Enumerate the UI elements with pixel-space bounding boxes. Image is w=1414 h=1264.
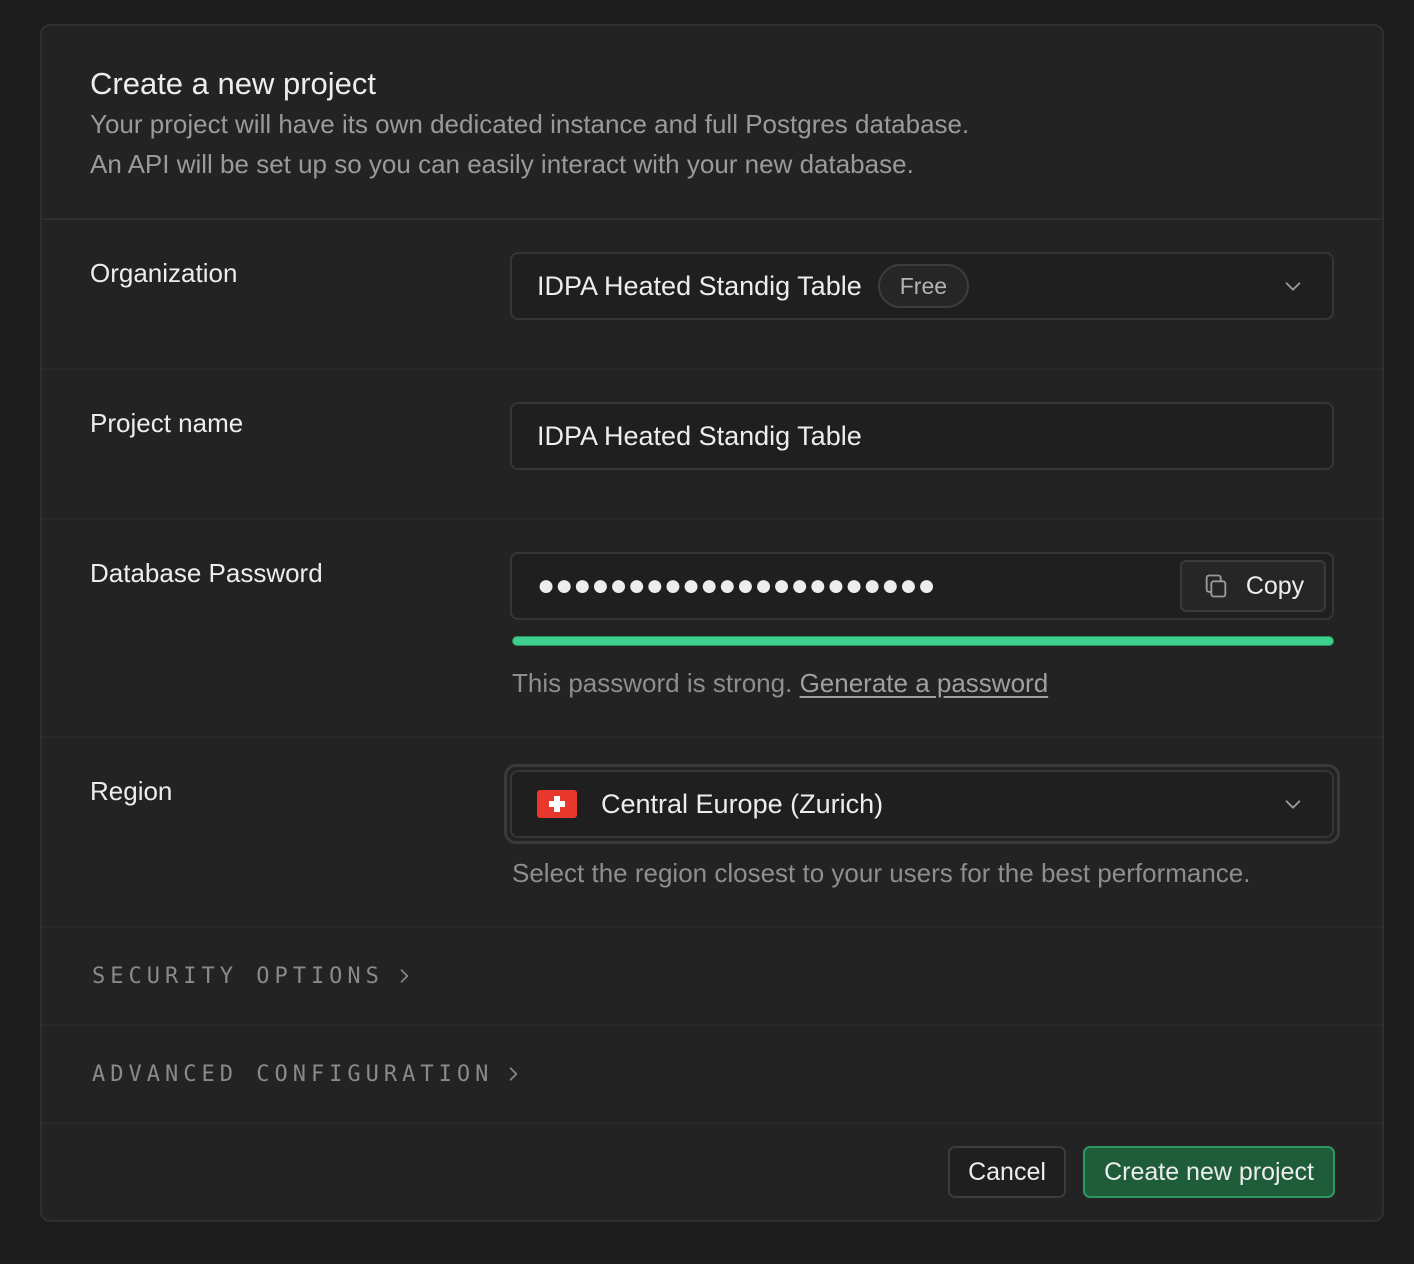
database-password-label: Database Password [90, 558, 323, 588]
advanced-configuration-label: ADVANCED CONFIGURATION [92, 1061, 494, 1087]
password-strength-text: This password is strong. [512, 668, 800, 698]
region-label: Region [90, 776, 173, 806]
database-password-input[interactable]: ●●●●●●●●●●●●●●●●●●●●●● Copy [510, 552, 1334, 620]
create-project-panel: Create a new project Your project will h… [40, 24, 1384, 1222]
security-options-toggle[interactable]: SECURITY OPTIONS [42, 928, 1382, 1026]
project-name-input[interactable]: IDPA Heated Standig Table [510, 402, 1334, 470]
password-strength-bar [512, 636, 1334, 646]
chevron-down-icon [1285, 800, 1301, 809]
page-description-line-1: Your project will have its own dedicated… [90, 109, 970, 139]
generate-password-link[interactable]: Generate a password [800, 668, 1049, 698]
create-new-project-button[interactable]: Create new project [1083, 1146, 1335, 1198]
switzerland-flag-icon [537, 790, 577, 818]
copy-label: Copy [1245, 571, 1305, 600]
chevron-right-icon [510, 1067, 518, 1081]
password-strength-fill [512, 636, 1334, 646]
panel-header: Create a new project Your project will h… [42, 26, 1382, 220]
copy-icon [1205, 574, 1227, 598]
organization-row: Organization IDPA Heated Standig Table F… [42, 220, 1382, 370]
security-options-label: SECURITY OPTIONS [92, 963, 384, 989]
project-name-row: Project name IDPA Heated Standig Table [42, 370, 1382, 520]
organization-selected-value: IDPA Heated Standig Table [537, 270, 862, 301]
organization-select[interactable]: IDPA Heated Standig Table Free [510, 252, 1334, 320]
copy-button[interactable]: Copy [1180, 560, 1326, 612]
project-name-label: Project name [90, 408, 244, 438]
page-description-line-2: An API will be set up so you can easily … [90, 149, 914, 179]
panel-footer: Cancel Create new project [42, 1124, 1382, 1220]
page-title: Create a new project [90, 66, 377, 101]
advanced-configuration-toggle[interactable]: ADVANCED CONFIGURATION [42, 1026, 1382, 1124]
database-password-row: Database Password ●●●●●●●●●●●●●●●●●●●●●●… [42, 520, 1382, 738]
region-selected-value: Central Europe (Zurich) [601, 788, 884, 819]
plan-badge: Free [877, 264, 970, 308]
region-row: Region Central Europe (Zurich) Select th… [42, 738, 1382, 928]
project-name-value: IDPA Heated Standig Table [537, 420, 862, 451]
chevron-right-icon [400, 969, 409, 983]
cancel-button[interactable]: Cancel [948, 1146, 1066, 1198]
password-masked-value: ●●●●●●●●●●●●●●●●●●●●●● [537, 569, 936, 602]
region-helper: Select the region closest to your users … [512, 858, 1251, 888]
organization-label: Organization [90, 258, 238, 288]
chevron-down-icon [1285, 282, 1301, 291]
password-helper: This password is strong. Generate a pass… [512, 668, 1048, 699]
region-select[interactable]: Central Europe (Zurich) [510, 770, 1334, 838]
